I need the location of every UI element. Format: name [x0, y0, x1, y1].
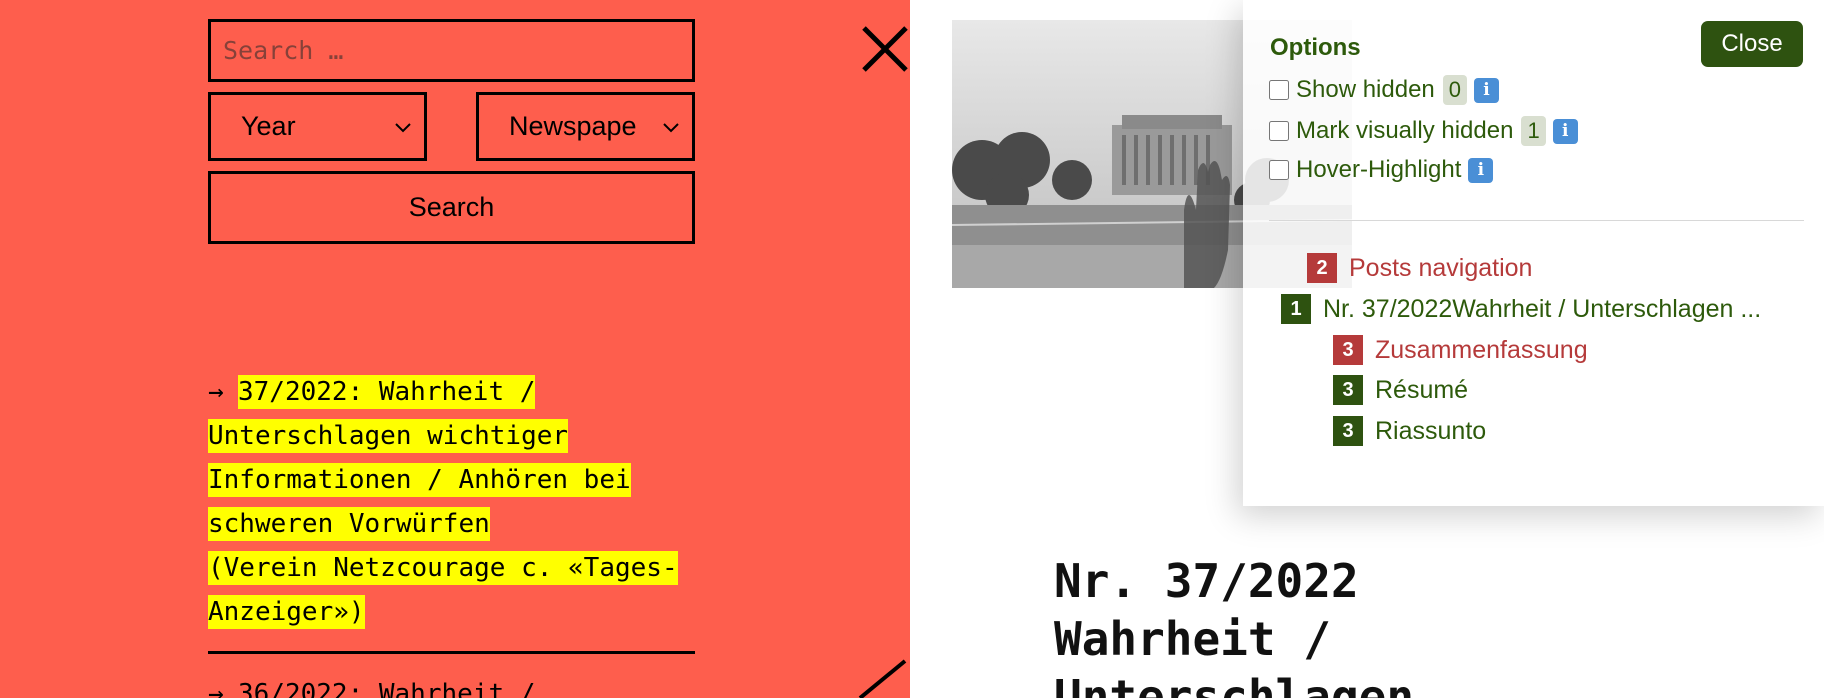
heading-item-label: Résumé	[1375, 375, 1469, 404]
heading-level-badge: 3	[1333, 416, 1363, 446]
search-button[interactable]: Search	[208, 171, 695, 244]
newspaper-select-value: Newspape	[509, 111, 637, 141]
heading-item-zusammenfassung[interactable]: 3 Zusammenfassung	[1333, 335, 1588, 365]
heading-item-resume[interactable]: 3 Résumé	[1333, 375, 1468, 405]
show-hidden-option[interactable]: Show hidden 0 i	[1269, 75, 1500, 105]
heading-level-badge: 1	[1281, 294, 1311, 324]
info-icon[interactable]: i	[1474, 77, 1500, 103]
post-title-line: Anzeiger»)	[208, 595, 365, 629]
decorative-slash-icon	[858, 659, 907, 698]
hover-highlight-option[interactable]: Hover-Highlight i	[1269, 156, 1494, 184]
mark-visually-hidden-option[interactable]: Mark visually hidden 1 i	[1269, 116, 1578, 146]
article-title: Nr. 37/2022 Wahrheit / Unterschlagen	[1054, 552, 1754, 698]
heading-item-label: Nr. 37/2022Wahrheit / Unterschlagen ...	[1323, 294, 1762, 323]
search-input[interactable]	[208, 19, 695, 82]
arrow-right-icon: →	[208, 377, 224, 407]
heading-item-label: Zusammenfassung	[1375, 335, 1588, 364]
heading-item-posts-navigation[interactable]: 2 Posts navigation	[1307, 253, 1532, 283]
chevron-down-icon	[663, 122, 679, 132]
heading-item-riassunto[interactable]: 3 Riassunto	[1333, 416, 1486, 446]
close-icon[interactable]	[860, 24, 910, 74]
count-badge: 1	[1521, 116, 1546, 146]
post-title-line: schweren Vorwürfen	[208, 507, 490, 541]
heading-item-article-title[interactable]: 1 Nr. 37/2022Wahrheit / Unterschlagen ..…	[1281, 294, 1761, 324]
heading-level-badge: 3	[1333, 335, 1363, 365]
year-select[interactable]: Year	[208, 92, 427, 161]
accessibility-options-panel: Options Close Show hidden 0 i Mark visua…	[1243, 0, 1824, 506]
search-overlay-panel: Year Newspape Search → 37/2022: Wahrheit …	[0, 0, 910, 698]
mark-visually-hidden-checkbox[interactable]	[1269, 121, 1289, 141]
option-label: Hover-Highlight	[1296, 156, 1462, 183]
options-divider	[1269, 220, 1804, 221]
heading-level-badge: 2	[1307, 253, 1337, 283]
post-link-36-2022[interactable]: → 36/2022: Wahrheit /	[208, 672, 698, 698]
post-divider	[208, 651, 695, 654]
post-title-line: Unterschlagen wichtiger	[208, 419, 569, 453]
newspaper-select[interactable]: Newspape	[476, 92, 695, 161]
post-title-line: 36/2022: Wahrheit /	[238, 679, 536, 698]
option-label: Show hidden	[1296, 76, 1435, 103]
article-title-line: Unterschlagen	[1054, 670, 1415, 698]
chevron-down-icon	[395, 122, 411, 132]
option-label: Mark visually hidden	[1296, 117, 1514, 144]
year-select-value: Year	[241, 111, 296, 141]
close-button[interactable]: Close	[1701, 21, 1803, 67]
show-hidden-checkbox[interactable]	[1269, 80, 1289, 100]
heading-item-label: Posts navigation	[1349, 253, 1533, 282]
arrow-right-icon: →	[208, 679, 224, 698]
options-title: Options	[1270, 34, 1361, 61]
info-icon[interactable]: i	[1468, 157, 1494, 183]
heading-item-label: Riassunto	[1375, 416, 1487, 445]
heading-level-badge: 3	[1333, 375, 1363, 405]
post-title-line: (Verein Netzcourage c. «Tages-	[208, 551, 678, 585]
post-link-37-2022[interactable]: → 37/2022: Wahrheit / Unterschlagen wicht…	[208, 370, 698, 634]
count-badge: 0	[1442, 75, 1468, 105]
info-icon[interactable]: i	[1552, 118, 1578, 144]
post-title-line: 37/2022: Wahrheit /	[238, 375, 536, 409]
post-title-line: Informationen / Anhören bei	[208, 463, 631, 497]
article-title-line: Wahrheit /	[1054, 612, 1331, 666]
hover-highlight-checkbox[interactable]	[1269, 160, 1289, 180]
article-title-line: Nr. 37/2022	[1054, 554, 1359, 608]
